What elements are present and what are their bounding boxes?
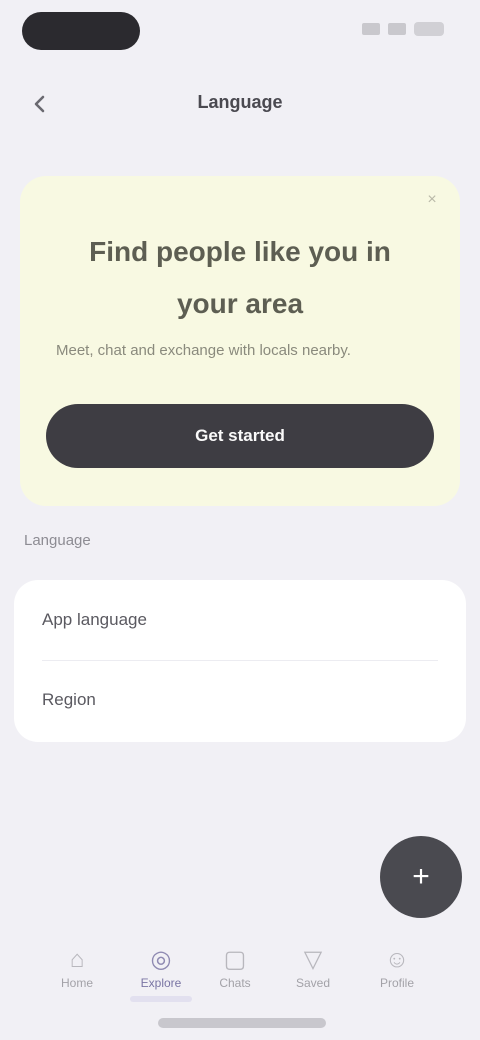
list-item-app-language[interactable]: App language: [14, 580, 466, 660]
compass-icon: ◎: [150, 946, 172, 973]
section-label: Language: [24, 532, 91, 549]
wifi-icon: [388, 23, 406, 35]
plus-icon: +: [412, 860, 430, 893]
add-button[interactable]: +: [380, 836, 462, 918]
list-item-label: App language: [42, 610, 147, 629]
promo-card: × Find people like you in your area Meet…: [20, 176, 460, 506]
status-bar: [0, 0, 480, 64]
tab-home[interactable]: ⌂ Home: [42, 934, 112, 1004]
settings-list: App language Region: [14, 580, 466, 742]
promo-body: Meet, chat and exchange with locals near…: [56, 342, 351, 359]
close-icon[interactable]: ×: [420, 188, 444, 212]
chat-icon: ▢: [223, 946, 247, 973]
tab-label: Profile: [379, 976, 414, 990]
home-icon: ⌂: [69, 946, 85, 973]
tab-explore[interactable]: ◎ Explore: [126, 934, 196, 1004]
status-icons: [362, 22, 444, 36]
page-title: Language: [197, 92, 283, 112]
list-item-label: Region: [42, 690, 96, 709]
tab-label: Chats: [219, 976, 251, 990]
time-pill: [22, 12, 140, 50]
person-icon: ☺: [384, 946, 410, 973]
tab-chats[interactable]: ▢ Chats: [200, 934, 270, 1004]
tab-label: Explore: [140, 976, 182, 990]
tab-label: Home: [60, 976, 93, 990]
tab-profile[interactable]: ☺ Profile: [362, 934, 432, 1004]
battery-icon: [414, 22, 444, 36]
signal-icon: [362, 23, 380, 35]
promo-headline: Find people like you in your area: [89, 236, 391, 319]
tab-saved[interactable]: ▽ Saved: [278, 934, 348, 1004]
get-started-button[interactable]: Get started: [46, 404, 434, 468]
home-indicator: [158, 1018, 326, 1028]
nav-bar: Language: [0, 80, 480, 128]
bottom-nav: ⌂ Home ◎ Explore ▢ Chats ▽ Saved ☺ Profi…: [0, 934, 480, 1008]
bookmark-icon: ▽: [303, 946, 323, 973]
tab-label: Saved: [295, 976, 331, 990]
list-item-region[interactable]: Region: [14, 660, 466, 740]
